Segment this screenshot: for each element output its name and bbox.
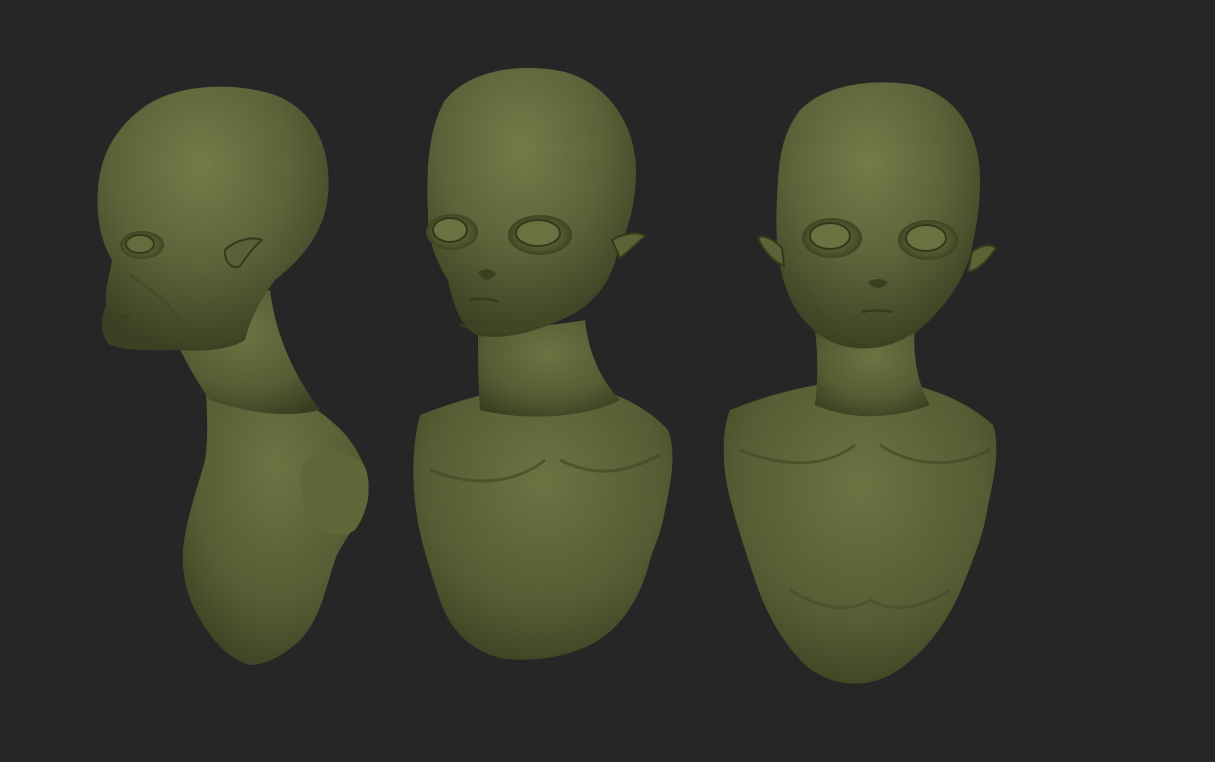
tq-torso xyxy=(413,385,673,660)
front-left-eye xyxy=(809,222,851,250)
front-right-eye xyxy=(905,224,947,252)
alien-bust-three-quarter-view xyxy=(413,67,673,660)
tq-left-eye xyxy=(432,217,468,243)
sculpt-viewport xyxy=(0,0,1215,762)
viewport-canvas xyxy=(97,67,998,684)
alien-bust-front-view xyxy=(723,82,998,684)
tq-head xyxy=(427,67,636,337)
front-head xyxy=(776,82,980,349)
alien-bust-side-view xyxy=(97,86,369,665)
side-eye xyxy=(125,234,155,254)
front-right-ear xyxy=(966,244,998,274)
front-torso xyxy=(723,380,997,684)
tq-right-eye xyxy=(515,219,561,247)
side-head xyxy=(97,86,329,351)
